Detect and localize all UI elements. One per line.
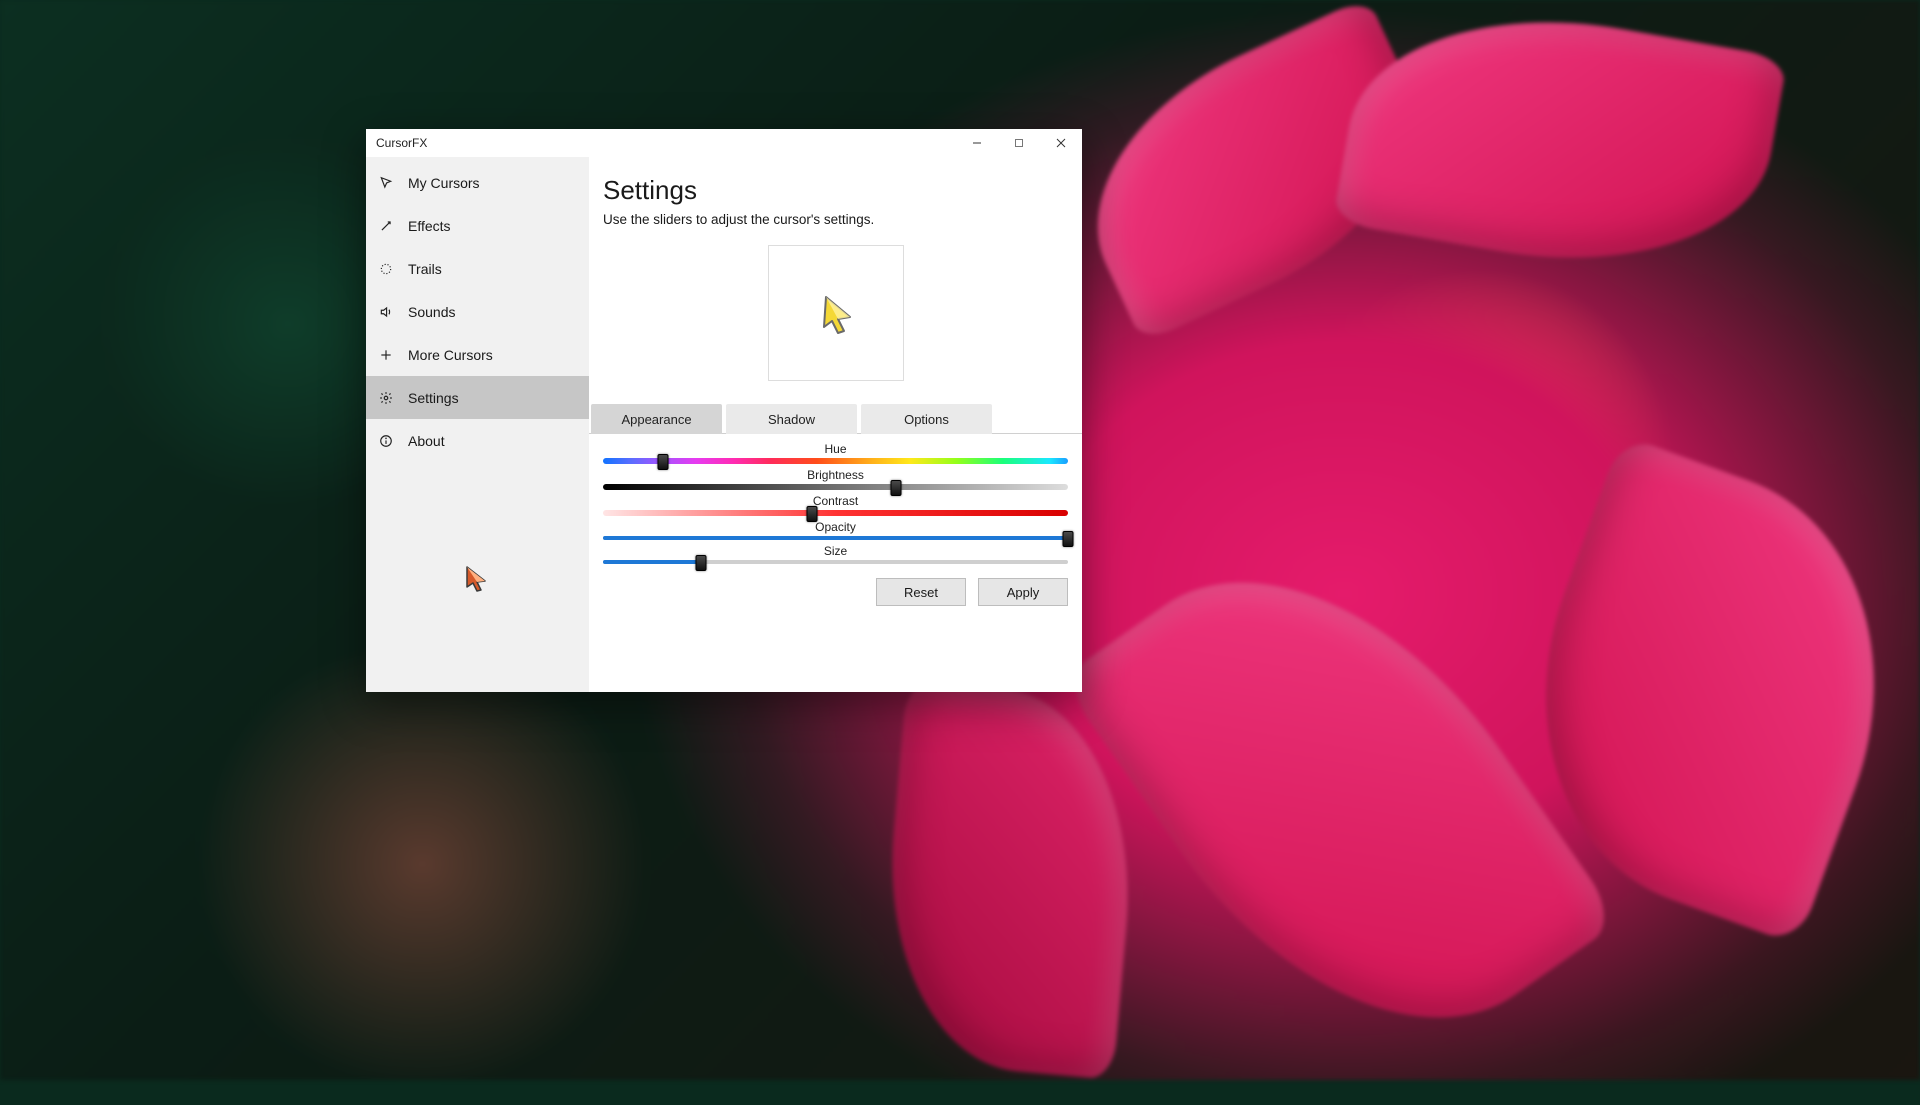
sidebar-item-settings[interactable]: Settings (366, 376, 589, 419)
sidebar-item-label: Effects (408, 218, 451, 234)
hue-thumb[interactable] (658, 454, 669, 470)
window-title: CursorFX (376, 136, 427, 150)
page-title: Settings (603, 175, 1068, 206)
titlebar[interactable]: CursorFX (366, 129, 1082, 157)
sidebar-item-about[interactable]: About (366, 419, 589, 462)
tab-appearance[interactable]: Appearance (591, 404, 722, 434)
contrast-slider[interactable] (603, 510, 1068, 516)
sidebar: My Cursors Effects Trails Sounds (366, 157, 589, 692)
cursor-preview-box (768, 245, 904, 381)
sidebar-item-label: More Cursors (408, 347, 493, 363)
size-thumb[interactable] (695, 555, 706, 571)
contrast-label: Contrast (603, 492, 1068, 510)
hue-slider[interactable] (603, 458, 1068, 464)
contrast-thumb[interactable] (807, 506, 818, 522)
sidebar-item-sounds[interactable]: Sounds (366, 290, 589, 333)
wand-icon (378, 218, 394, 234)
main-panel: Settings Use the sliders to adjust the c… (589, 157, 1082, 692)
tab-shadow[interactable]: Shadow (726, 404, 857, 434)
sidebar-item-effects[interactable]: Effects (366, 204, 589, 247)
sidebar-item-label: About (408, 433, 445, 449)
cursorfx-window: CursorFX My Cursors (366, 129, 1082, 692)
apply-button[interactable]: Apply (978, 578, 1068, 606)
trails-icon (378, 261, 394, 277)
sidebar-item-label: My Cursors (408, 175, 480, 191)
plus-icon (378, 347, 394, 363)
reset-button[interactable]: Reset (876, 578, 966, 606)
size-label: Size (603, 542, 1068, 560)
sidebar-item-label: Sounds (408, 304, 455, 320)
sidebar-item-my-cursors[interactable]: My Cursors (366, 161, 589, 204)
sidebar-item-label: Settings (408, 390, 459, 406)
opacity-thumb[interactable] (1063, 531, 1074, 547)
maximize-button[interactable] (998, 129, 1040, 157)
tab-options[interactable]: Options (861, 404, 992, 434)
gear-icon (378, 390, 394, 406)
brightness-label: Brightness (603, 466, 1068, 484)
settings-tabs: Appearance Shadow Options (589, 403, 1082, 434)
page-description: Use the sliders to adjust the cursor's s… (603, 212, 1068, 227)
size-slider[interactable] (603, 560, 1068, 564)
sidebar-item-label: Trails (408, 261, 442, 277)
close-button[interactable] (1040, 129, 1082, 157)
opacity-label: Opacity (603, 518, 1068, 536)
sidebar-item-more-cursors[interactable]: More Cursors (366, 333, 589, 376)
info-icon (378, 433, 394, 449)
cursor-icon (378, 175, 394, 191)
opacity-slider[interactable] (603, 536, 1068, 540)
volume-icon (378, 304, 394, 320)
brightness-slider[interactable] (603, 484, 1068, 490)
cursor-preview-icon (812, 289, 860, 337)
mouse-cursor-icon (463, 565, 491, 593)
hue-label: Hue (603, 440, 1068, 458)
brightness-thumb[interactable] (890, 480, 901, 496)
sidebar-item-trails[interactable]: Trails (366, 247, 589, 290)
minimize-button[interactable] (956, 129, 998, 157)
